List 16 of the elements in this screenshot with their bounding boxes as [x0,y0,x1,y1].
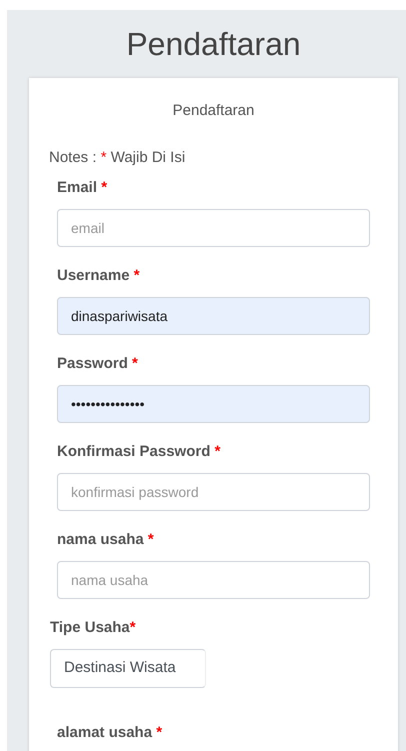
input-field[interactable]: ••••••••••••••• [57,384,370,422]
input-field[interactable]: konfirmasi password [57,472,370,510]
field-label: Email * [57,178,108,198]
input-field[interactable]: dinaspariwisata [57,296,370,334]
field-label: nama usaha * [57,530,155,550]
field-label: Password * [57,354,139,374]
field-label: Konfirmasi Password * [57,442,222,462]
form-heading: Pendaftaran [172,101,254,121]
input-field[interactable]: email [57,208,370,246]
notes-text: Notes : * Wajib Di Isi [49,148,186,168]
select-field[interactable]: Destinasi Wisata [50,648,206,688]
page-title: Pendaftaran [126,25,301,64]
field-label: Tipe Usaha* [50,618,137,638]
field-label: Username * [57,266,141,286]
input-field[interactable]: nama usaha [57,560,370,598]
field-label: alamat usaha * [57,724,164,744]
